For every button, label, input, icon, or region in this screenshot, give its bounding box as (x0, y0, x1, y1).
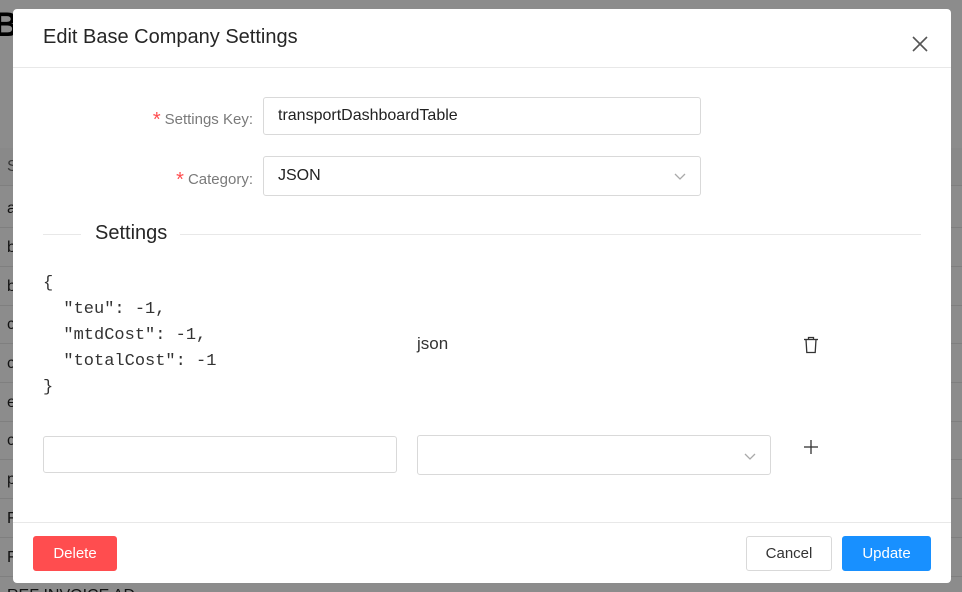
modal-title: Edit Base Company Settings (43, 26, 298, 48)
update-button[interactable]: Update (842, 536, 931, 571)
settings-type-value: json (417, 334, 449, 353)
chevron-down-icon (674, 173, 686, 180)
settings-key-row: * Settings Key: transportDashboardTable (13, 97, 951, 137)
category-row: * Category: JSON (13, 156, 951, 196)
modal-footer: Delete Cancel Update (13, 522, 951, 583)
required-marker: * (152, 109, 161, 131)
category-label: * Category: (176, 169, 253, 191)
cancel-button[interactable]: Cancel (746, 536, 832, 571)
category-select-value: JSON (278, 167, 321, 184)
new-setting-type-select[interactable] (417, 435, 771, 475)
close-icon[interactable] (909, 33, 931, 55)
settings-key-input[interactable]: transportDashboardTable (263, 97, 701, 135)
settings-json-value: { "teu": -1, "mtdCost": -1, "totalCost":… (43, 274, 217, 397)
chevron-down-icon (744, 453, 756, 460)
category-select[interactable]: JSON (263, 156, 701, 196)
settings-key-label: * Settings Key: (152, 109, 253, 131)
edit-settings-modal: Edit Base Company Settings * Settings Key… (13, 9, 951, 583)
settings-section-title: Settings (95, 222, 168, 244)
trash-icon[interactable] (803, 336, 819, 354)
new-setting-value-input[interactable] (43, 436, 397, 473)
settings-key-label-text: Settings Key (164, 111, 249, 128)
plus-icon[interactable] (803, 439, 819, 455)
category-label-text: Category (187, 171, 249, 188)
required-marker: * (176, 169, 184, 191)
modal-header: Edit Base Company Settings (13, 9, 951, 68)
delete-button[interactable]: Delete (33, 536, 117, 571)
settings-divider: Settings (43, 219, 921, 249)
